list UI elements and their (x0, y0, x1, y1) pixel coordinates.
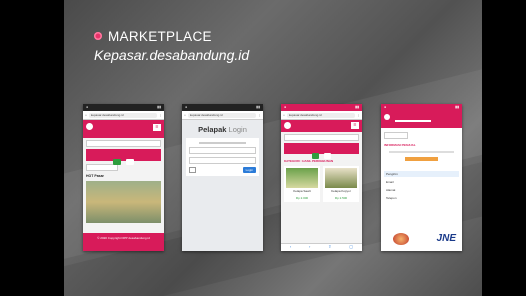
browser-url-bar[interactable]: ⌂ kepasar.desabandung.id ⋮ (281, 111, 362, 120)
url-text: kepasar.desabandung.id (88, 112, 157, 118)
remember-checkbox[interactable] (189, 167, 196, 173)
search-input[interactable] (284, 134, 359, 141)
login-button[interactable] (112, 159, 122, 165)
status-bar: ● ▮▮ (182, 104, 263, 111)
product-image (286, 168, 318, 188)
status-bar: ● ▮▮ (83, 104, 164, 111)
register-button[interactable] (125, 159, 135, 165)
slide-subtitle: Kepasar.desabandung.id (94, 47, 250, 63)
product-price: Rp 2.500 (334, 196, 348, 200)
seller-info-title: INFORMASI PENJUAL (384, 143, 416, 147)
product-name: Kelapa Sawit (293, 189, 311, 193)
section-title: HOT Pasar (86, 174, 104, 178)
heading-text: MARKETPLACE (108, 29, 212, 44)
site-logo (86, 123, 93, 130)
courier-logo (393, 233, 409, 245)
login-submit-button[interactable]: Login (242, 167, 256, 173)
field-label: Pengirim (384, 171, 459, 177)
hamburger-icon[interactable]: ≡ (351, 122, 359, 129)
phone-screenshot-checkout: ● ▮▮ INFORMASI PENJUAL Pengirim Email Ala… (381, 104, 462, 251)
site-logo (284, 122, 291, 129)
form-hint (199, 142, 246, 144)
forward-icon[interactable]: › (309, 244, 310, 251)
status-bar: ● ▮▮ (381, 104, 462, 111)
market-photo[interactable] (86, 181, 161, 223)
product-card[interactable]: Kelapa Sawit Rp 2.000 (284, 166, 320, 202)
search-input[interactable] (86, 140, 161, 147)
footer-text: © 2020 Copyright DPP desabandung.id (97, 236, 150, 240)
site-logo (384, 114, 390, 120)
site-footer: © 2020 Copyright DPP desabandung.id (83, 233, 164, 251)
back-icon[interactable]: ‹ (290, 244, 291, 251)
header-text-line (395, 120, 431, 122)
shipping-form: Pengirim Email Alamat Telepon (384, 171, 459, 201)
presentation-slide: MARKETPLACE Kepasar.desabandung.id ● ▮▮ ⌂… (64, 0, 482, 296)
field-label: Telepon (386, 196, 397, 200)
browser-bottom-bar: ‹ › ⇪ ▢ (281, 243, 362, 251)
username-input[interactable] (189, 147, 256, 154)
product-grid: Kelapa Sawit Rp 2.000 Kelapa Kopyor Rp 2… (284, 166, 359, 202)
site-header: ≡ (281, 120, 362, 132)
home-icon[interactable]: ⌂ (184, 113, 186, 117)
product-name: Kelapa Kopyor (331, 189, 351, 193)
login-form: Login (186, 138, 259, 176)
info-line (389, 151, 454, 153)
browser-url-bar[interactable]: ⌂ kepasar.desabandung.id ⋮ (182, 111, 263, 120)
site-header: ≡ (83, 120, 164, 138)
status-bar: ● ▮▮ (281, 104, 362, 111)
phone-screenshot-category: ● ▮▮ ⌂ kepasar.desabandung.id ⋮ ≡ KATEGOR… (281, 104, 362, 251)
field-label: Email (386, 180, 394, 184)
url-text: kepasar.desabandung.id (286, 112, 355, 118)
cart-banner (284, 143, 359, 159)
password-input[interactable] (189, 157, 256, 164)
tabs-icon[interactable]: ▢ (349, 244, 353, 251)
cart-banner (86, 149, 161, 165)
slide-heading: MARKETPLACE (94, 29, 212, 44)
phone-screenshot-home: ● ▮▮ ⌂ kepasar.desabandung.id ⋮ ≡ HOT Pas… (83, 104, 164, 251)
login-title: Pelapak Login (198, 125, 247, 134)
bullet-icon (94, 32, 102, 40)
product-image (325, 168, 357, 188)
browser-url-bar[interactable]: ⌂ kepasar.desabandung.id ⋮ (83, 111, 164, 120)
product-card[interactable]: Kelapa Kopyor Rp 2.500 (323, 166, 359, 202)
menu-dots-icon[interactable]: ⋮ (357, 113, 360, 117)
site-header (381, 111, 462, 128)
menu-dots-icon[interactable]: ⋮ (258, 113, 261, 117)
menu-dots-icon[interactable]: ⋮ (159, 113, 162, 117)
category-select[interactable] (86, 164, 118, 171)
home-icon[interactable]: ⌂ (283, 113, 285, 117)
product-price: Rp 2.000 (295, 196, 309, 200)
courier-logo-jne: JNE (436, 233, 456, 244)
hamburger-icon[interactable]: ≡ (153, 124, 161, 131)
category-title: KATEGORI : HASIL PERKEBUNAN (284, 159, 334, 163)
action-button[interactable] (405, 157, 438, 161)
share-icon[interactable]: ⇪ (328, 244, 331, 251)
home-icon[interactable]: ⌂ (85, 113, 87, 117)
url-text: kepasar.desabandung.id (187, 112, 256, 118)
field-label: Alamat (386, 188, 396, 192)
category-select[interactable] (384, 132, 408, 139)
phone-screenshot-login: ● ▮▮ ⌂ kepasar.desabandung.id ⋮ Pelapak L… (182, 104, 263, 251)
